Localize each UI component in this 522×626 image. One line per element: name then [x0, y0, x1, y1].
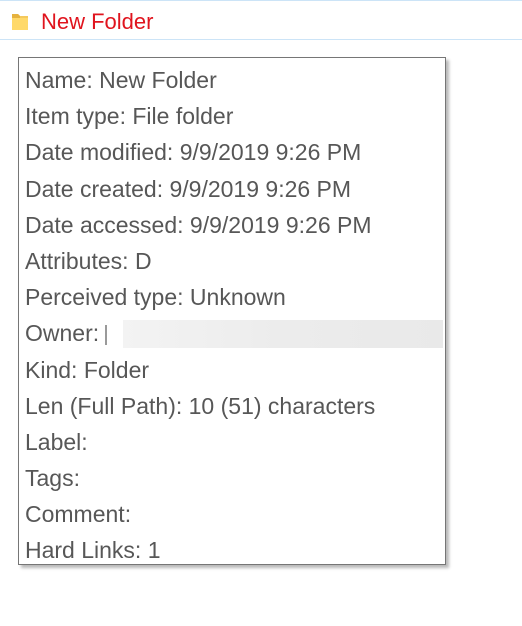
tooltip-row-date-modified: Date modified: 9/9/2019 9:26 PM [25, 135, 445, 171]
tooltip-label: Date created: [25, 175, 164, 202]
tooltip-label: Tags: [25, 465, 80, 492]
tooltip-label: Attributes: [25, 247, 129, 274]
owner-redaction [123, 320, 443, 349]
file-list-item[interactable]: New Folder [0, 0, 522, 40]
folder-icon [11, 11, 29, 31]
tooltip-label: Date accessed: [25, 211, 184, 238]
tooltip-label: Len (Full Path): [25, 392, 183, 419]
tooltip-row-perceived-type: Perceived type: Unknown [25, 280, 445, 316]
tooltip-label: Hard Links: [25, 537, 142, 564]
tooltip-row-name: Name: New Folder [25, 63, 445, 99]
tooltip-row-len-full-path: Len (Full Path): 10 (51) characters [25, 389, 445, 425]
tooltip-label: Date modified: [25, 139, 174, 166]
tooltip-row-item-type: Item type: File folder [25, 99, 445, 135]
tooltip-label: Label: [25, 428, 88, 455]
tooltip-row-label: Label: [25, 425, 445, 461]
tooltip-label: Perceived type: [25, 284, 184, 311]
tooltip-value: 9/9/2019 9:26 PM [189, 211, 372, 238]
tooltip-value: 9/9/2019 9:26 PM [179, 139, 362, 166]
tooltip-value: Unknown [189, 284, 286, 311]
tooltip-label: Comment: [25, 501, 132, 528]
tooltip-value: 1 [147, 537, 161, 564]
tooltip-row-owner: Owner: [25, 316, 445, 352]
file-name[interactable]: New Folder [41, 9, 153, 35]
tooltip-label: Kind: [25, 356, 78, 383]
info-tooltip: Name: New Folder Item type: File folder … [18, 57, 446, 565]
tooltip-label: Item type: [25, 103, 126, 130]
tooltip-value: 9/9/2019 9:26 PM [169, 175, 352, 202]
tooltip-row-date-accessed: Date accessed: 9/9/2019 9:26 PM [25, 208, 445, 244]
tooltip-row-attributes: Attributes: D [25, 244, 445, 280]
tooltip-row-comment: Comment: [25, 497, 445, 533]
tooltip-value: 10 (51) characters [188, 392, 376, 419]
tooltip-row-kind: Kind: Folder [25, 353, 445, 389]
tooltip-label: Owner: [25, 320, 100, 347]
tooltip-value: Folder [83, 356, 150, 383]
tooltip-row-tags: Tags: [25, 461, 445, 497]
tooltip-value: D [134, 247, 152, 274]
explorer-view: New Folder Name: New Folder Item type: F… [0, 0, 522, 626]
tooltip-value: New Folder [99, 67, 217, 93]
tooltip-value: File folder [132, 103, 234, 130]
tooltip-row-hard-links: Hard Links: 1 [25, 533, 445, 569]
tooltip-label: Name: [25, 67, 93, 93]
tooltip-row-date-created: Date created: 9/9/2019 9:26 PM [25, 172, 445, 208]
redaction-edge [105, 325, 108, 346]
